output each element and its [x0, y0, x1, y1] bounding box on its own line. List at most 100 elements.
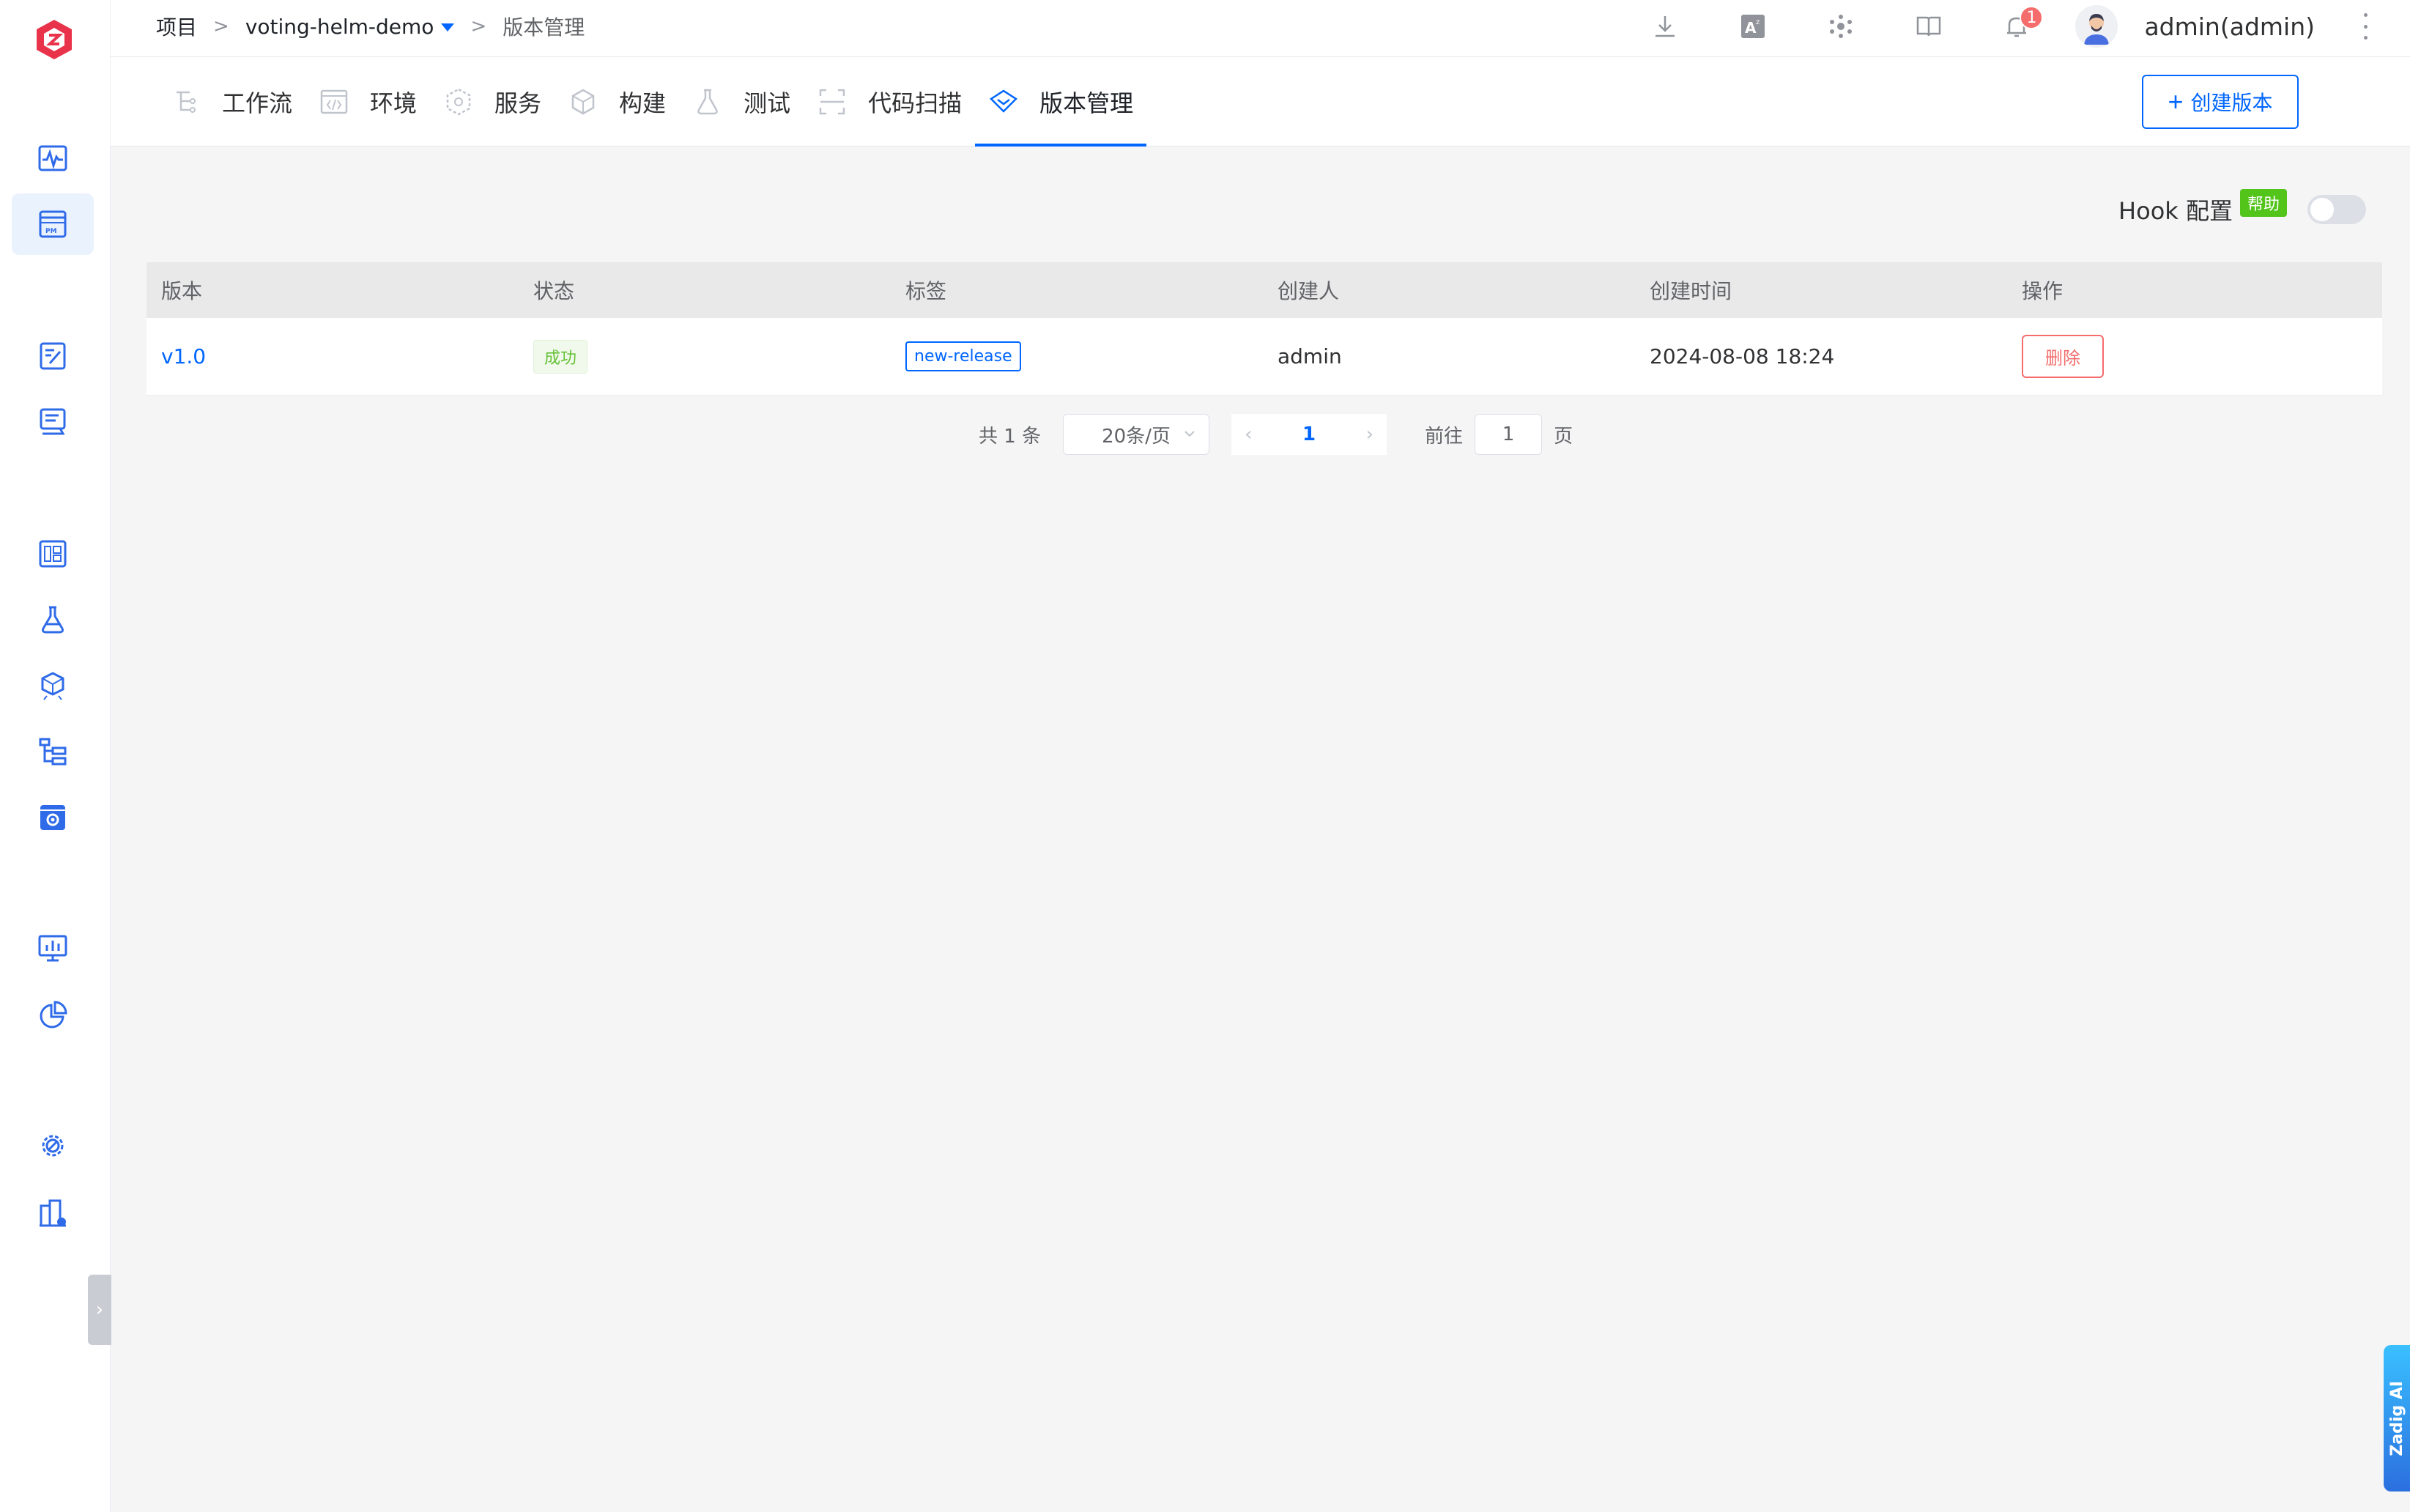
monitor-chart-icon — [38, 935, 67, 962]
more-options-icon[interactable] — [2362, 13, 2369, 40]
goto-suffix: 页 — [1554, 425, 1573, 448]
help-tag[interactable]: 帮助 — [2239, 189, 2287, 217]
tab-code-scan[interactable]: 代码扫描 — [804, 57, 975, 147]
pie-chart-icon — [40, 1001, 67, 1029]
gear-icon — [42, 1135, 64, 1157]
tab-test[interactable]: 测试 — [679, 57, 804, 147]
sidebar-item-testing[interactable] — [12, 589, 94, 651]
page-size-select[interactable]: 20条/页 — [1063, 414, 1210, 455]
sidebar-item-statistics[interactable] — [12, 985, 94, 1046]
column-header: 创建时间 — [1650, 279, 1732, 303]
zadig-ai-label: Zadig AI — [2387, 1380, 2406, 1456]
test-icon — [697, 89, 718, 115]
sidebar-item-artifact-repo[interactable] — [12, 655, 94, 716]
app-root: PM › 项目 > voting-helm-demo > 版本管理 A z 1 … — [0, 0, 2410, 1512]
next-page-icon[interactable]: › — [1366, 423, 1373, 445]
tab-label: 服务 — [494, 89, 542, 117]
sidebar-item-monitoring[interactable] — [12, 917, 94, 979]
settings-box-icon — [40, 805, 65, 830]
sidebar-item-resources[interactable] — [12, 721, 94, 782]
header-tools: A z 1 admin(admin) — [1621, 0, 2410, 53]
building-icon — [40, 1199, 66, 1227]
prev-page-icon[interactable]: ‹ — [1245, 423, 1252, 445]
code-scan-icon — [819, 89, 845, 115]
breadcrumb-separator: > — [470, 15, 487, 37]
edit-document-icon — [40, 342, 66, 370]
pulse-monitor-icon — [38, 145, 67, 171]
tab-environment[interactable]: 环境 — [305, 57, 430, 147]
tab-label: 工作流 — [222, 89, 293, 117]
zadig-logo[interactable] — [32, 18, 76, 62]
sidebar-item-system-integration[interactable] — [12, 787, 94, 848]
open-book-icon — [1917, 16, 1941, 37]
download-icon — [1656, 16, 1675, 37]
status-badge: 成功 — [533, 339, 588, 374]
plugin-button[interactable] — [1797, 0, 1885, 53]
notifications-button[interactable]: 1 — [1973, 0, 2061, 53]
tab-label: 版本管理 — [1039, 89, 1134, 117]
column-header: 标签 — [905, 279, 947, 303]
sidebar-item-projects[interactable]: PM — [12, 193, 94, 255]
resource-tree-icon — [39, 738, 67, 766]
tab-build[interactable]: 构建 — [555, 57, 679, 147]
translate-button[interactable]: A z — [1709, 0, 1797, 53]
tab-workflow[interactable]: 工作流 — [157, 57, 305, 147]
creator-cell: admin — [1278, 344, 1342, 368]
download-button[interactable] — [1621, 0, 1709, 53]
workflow-icon — [177, 91, 196, 113]
pagination-total: 共 1 条 — [979, 425, 1042, 448]
breadcrumb-project-name: voting-helm-demo — [245, 14, 434, 39]
created-time-cell: 2024-08-08 18:24 — [1650, 344, 1835, 368]
page-number[interactable]: 1 — [1302, 423, 1316, 445]
breadcrumb-separator: > — [213, 15, 229, 37]
sidebar-item-settings[interactable] — [12, 1115, 94, 1176]
sidebar-item-dashboard[interactable] — [12, 127, 94, 189]
goto-page-input[interactable]: 1 — [1475, 414, 1543, 455]
label-tag: new-release — [905, 341, 1021, 371]
tab-label: 构建 — [619, 89, 667, 117]
goto-prefix: 前往 — [1425, 425, 1464, 448]
translate-icon: A z — [1741, 15, 1765, 38]
sidebar-item-artifacts[interactable] — [12, 391, 94, 453]
tab-label: 代码扫描 — [868, 89, 963, 117]
zadig-ai-button[interactable]: Zadig AI — [2384, 1345, 2410, 1491]
tab-label: 测试 — [744, 89, 791, 117]
notification-badge: 1 — [2020, 6, 2044, 29]
project-pm-icon: PM — [39, 210, 67, 238]
tab-service[interactable]: 服务 — [430, 57, 555, 147]
tab-version-management[interactable]: 版本管理 — [975, 57, 1147, 147]
breadcrumb-project-selector[interactable]: voting-helm-demo — [245, 15, 455, 39]
project-tab-bar: 工作流 环境 服务 构建 测试 代码扫描 版本管理 + 创建版本 — [111, 57, 2410, 147]
user-menu[interactable]: admin(admin) — [2075, 5, 2315, 48]
user-avatar-icon — [2075, 5, 2118, 48]
hook-toggle[interactable] — [2307, 195, 2366, 224]
flask-icon — [42, 606, 64, 634]
breadcrumb: 项目 > voting-helm-demo > 版本管理 — [156, 0, 585, 53]
version-table: 版本 状态 标签 创建人 创建时间 操作 v1.0 成功 new-release… — [147, 262, 2382, 396]
sidebar-item-release-plan[interactable] — [12, 325, 94, 387]
svg-text:z: z — [1756, 18, 1760, 26]
sidebar-collapse-handle[interactable]: › — [88, 1275, 111, 1345]
tab-label: 环境 — [370, 89, 418, 117]
delivery-board-icon — [40, 408, 66, 435]
docs-button[interactable] — [1885, 0, 1973, 53]
breadcrumb-current: 版本管理 — [503, 15, 585, 40]
plus-icon: + — [2168, 86, 2184, 116]
breadcrumb-projects[interactable]: 项目 — [156, 12, 197, 41]
table-row: v1.0 成功 new-release admin 2024-08-08 18:… — [147, 318, 2382, 396]
sidebar-item-templates[interactable] — [12, 523, 94, 585]
version-link[interactable]: v1.0 — [161, 344, 206, 368]
delete-button[interactable]: 删除 — [2022, 335, 2104, 378]
tabs: 工作流 环境 服务 构建 测试 代码扫描 版本管理 — [157, 57, 1147, 147]
username: admin(admin) — [2144, 12, 2315, 41]
svg-text:A: A — [1745, 19, 1757, 37]
avatar — [2075, 5, 2118, 48]
create-version-button[interactable]: + 创建版本 — [2142, 75, 2299, 129]
environment-icon — [320, 89, 348, 114]
table-header: 版本 状态 标签 创建人 创建时间 操作 — [147, 262, 2382, 318]
left-sidebar: PM › — [0, 0, 111, 1512]
sidebar-item-enterprise[interactable] — [12, 1182, 94, 1244]
package-cube-icon — [41, 672, 64, 700]
hook-config: Hook 配置 帮助 — [2118, 189, 2366, 230]
column-header: 版本 — [161, 279, 203, 303]
